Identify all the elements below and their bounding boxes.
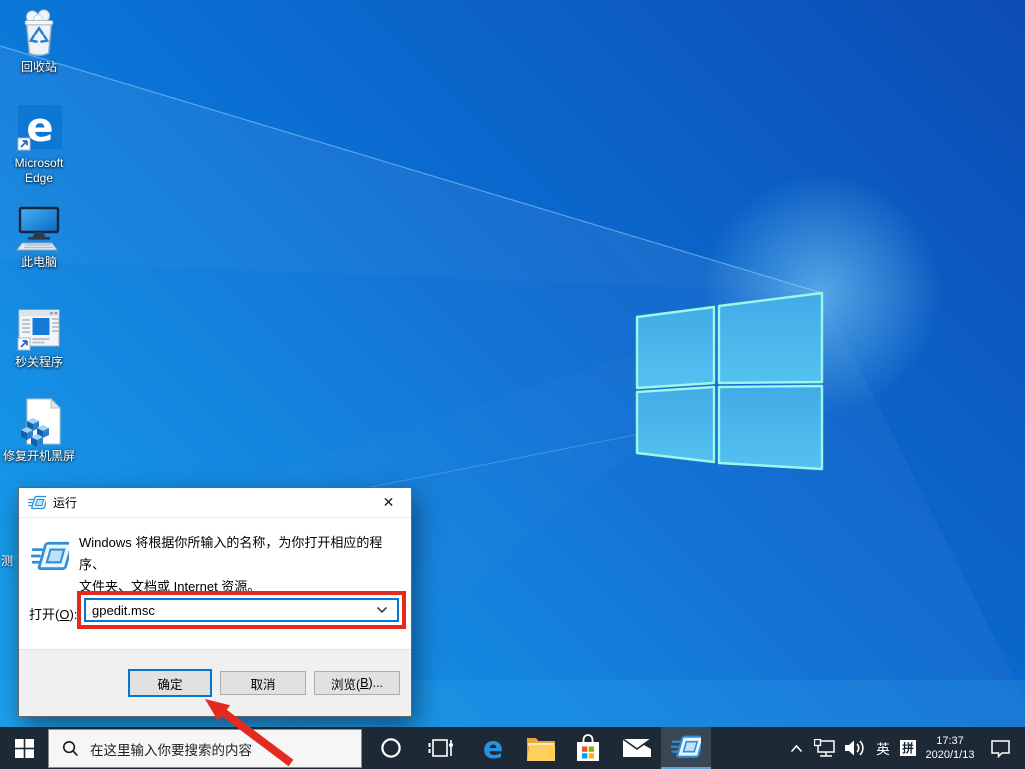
partial-desktop-icon-label: 测 xyxy=(1,554,14,568)
svg-text:e: e xyxy=(483,733,503,763)
desktop-icon-this-pc[interactable]: 此电脑 xyxy=(0,205,78,270)
run-command-combobox[interactable]: gpedit.msc xyxy=(84,598,399,622)
desktop-icon-registry-fix[interactable]: 修复开机黑屏 xyxy=(0,397,78,464)
tray-ime-language[interactable]: 英 xyxy=(871,727,895,769)
desktop-icon-label: Microsoft Edge xyxy=(14,156,64,185)
desktop-icon-label: 修复开机黑屏 xyxy=(2,449,75,463)
recycle-bin-icon xyxy=(24,9,54,56)
desktop-icon-app-shortcut[interactable]: 秒关程序 xyxy=(0,305,78,370)
network-icon xyxy=(814,738,835,757)
svg-text:e: e xyxy=(26,105,53,151)
edge-icon: e xyxy=(483,733,503,763)
desktop-icon-label: 秒关程序 xyxy=(14,355,63,369)
tray-show-hidden-icons[interactable] xyxy=(786,727,806,769)
cortana-icon xyxy=(381,738,401,758)
app-window-icon xyxy=(17,309,60,351)
search-placeholder: 在这里输入你要搜索的内容 xyxy=(90,742,252,758)
run-dialog-footer: 确定 取消 浏览(B)... xyxy=(19,649,411,716)
taskbar-mail-button[interactable] xyxy=(613,727,661,769)
run-dialog-titlebar[interactable]: 运行 xyxy=(19,488,411,518)
desktop-icon-microsoft-edge[interactable]: e Microsoft Edge xyxy=(0,104,78,186)
desktop-icon-recycle-bin[interactable]: 回收站 xyxy=(0,8,78,75)
action-center-button[interactable] xyxy=(985,727,1015,769)
clock-time: 17:37 xyxy=(936,735,964,747)
task-view-icon xyxy=(428,739,453,757)
tray-clock[interactable]: 17:37 2020/1/13 xyxy=(921,727,979,769)
this-pc-icon xyxy=(16,206,60,251)
desktop-screen: 回收站 e Microsoft Edge 此电脑 秒关程序 修复开机黑屏 测 运… xyxy=(0,0,1025,769)
clock-date: 2020/1/13 xyxy=(925,749,975,761)
tray-network-status[interactable] xyxy=(811,727,839,769)
ime-mode-badge: 拼 xyxy=(900,740,916,756)
run-dialog: 运行 ✕ Windows 将根据你所输入的名称，为你打开相应的程序、 文件夹、文… xyxy=(18,487,412,717)
start-button[interactable] xyxy=(0,727,48,769)
mail-icon xyxy=(622,738,652,757)
taskbar: 在这里输入你要搜索的内容 e 英 拼 17:37 2020/1/13 xyxy=(0,727,1025,769)
chevron-down-icon[interactable] xyxy=(376,606,388,614)
task-view-button[interactable] xyxy=(417,727,465,769)
edge-icon: e xyxy=(17,105,62,151)
close-icon[interactable]: ✕ xyxy=(366,488,411,517)
taskbar-edge-button[interactable]: e xyxy=(469,727,517,769)
tray-volume[interactable] xyxy=(841,727,869,769)
tray-ime-mode[interactable]: 拼 xyxy=(897,727,919,769)
run-dialog-icon xyxy=(31,540,69,574)
windows-start-icon xyxy=(14,738,34,758)
microsoft-store-icon xyxy=(577,734,599,761)
desktop-icon-label: 此电脑 xyxy=(20,255,57,269)
browse-button[interactable]: 浏览(B)... xyxy=(314,671,400,695)
run-icon xyxy=(28,495,46,511)
cancel-button[interactable]: 取消 xyxy=(220,671,306,695)
chevron-up-icon xyxy=(790,744,802,752)
annotation-red-rectangle: gpedit.msc xyxy=(77,591,406,629)
taskbar-file-explorer-button[interactable] xyxy=(517,727,565,769)
registry-file-icon xyxy=(21,397,62,447)
dialog-title: 运行 xyxy=(53,496,78,510)
file-explorer-icon xyxy=(527,738,555,761)
run-command-value: gpedit.msc xyxy=(92,602,155,618)
taskbar-search-input[interactable]: 在这里输入你要搜索的内容 xyxy=(48,729,362,768)
search-icon xyxy=(62,740,78,756)
ok-button[interactable]: 确定 xyxy=(128,669,212,697)
speaker-icon xyxy=(845,740,864,756)
run-dialog-description: Windows 将根据你所输入的名称，为你打开相应的程序、 文件夹、文档或 In… xyxy=(79,535,383,594)
desktop-icon-label: 回收站 xyxy=(20,60,57,74)
taskbar-store-button[interactable] xyxy=(564,727,612,769)
open-field-label: 打开(O): xyxy=(29,607,78,622)
windows-logo xyxy=(635,291,824,471)
cortana-button[interactable] xyxy=(367,727,415,769)
taskbar-run-app-button-active[interactable] xyxy=(661,727,711,769)
run-icon xyxy=(671,734,701,761)
action-center-icon xyxy=(990,740,1010,758)
